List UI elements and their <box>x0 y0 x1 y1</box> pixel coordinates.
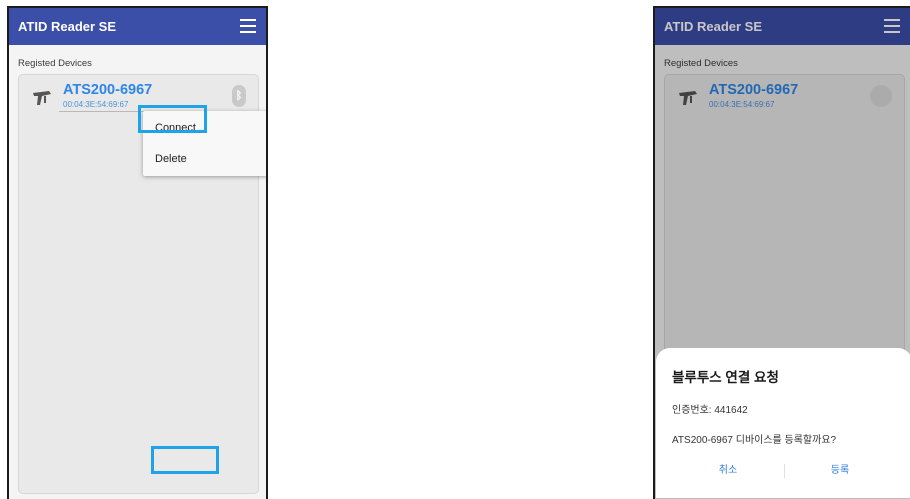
dialog-message: ATS200-6967 디바이스를 등록할까요? <box>672 435 837 446</box>
connect-highlight-box <box>138 105 207 133</box>
register-button[interactable]: 등록 <box>790 458 890 484</box>
hamburger-menu-icon[interactable] <box>240 19 256 33</box>
section-label: Registed Devices <box>18 58 92 69</box>
app-bar: ATID Reader SE <box>9 8 266 45</box>
rfid-scanner-icon <box>33 91 51 105</box>
phone-screen-left: ATID Reader SE Registed Devices ATS200-6… <box>7 6 268 499</box>
bluetooth-pairing-dialog: 블루투스 연결 요청 인증번호: 441642 ATS200-6967 디바이스… <box>656 348 910 498</box>
register-highlight-box <box>151 446 219 474</box>
dialog-title: 블루투스 연결 요청 <box>672 370 779 385</box>
device-mac-address: 00:04:3E:54:69:67 <box>63 100 129 109</box>
passkey-text: 인증번호: 441642 <box>672 405 748 416</box>
bluetooth-icon[interactable]: ᛒ <box>232 85 246 107</box>
app-title: ATID Reader SE <box>18 19 117 34</box>
divider <box>784 464 785 478</box>
cancel-button[interactable]: 취소 <box>678 458 778 484</box>
device-name: ATS200-6967 <box>63 82 153 98</box>
phone-screen-right: ATID Reader SE Registed Devices ATS200-6… <box>653 6 910 499</box>
menu-item-delete[interactable]: Delete <box>143 144 266 174</box>
